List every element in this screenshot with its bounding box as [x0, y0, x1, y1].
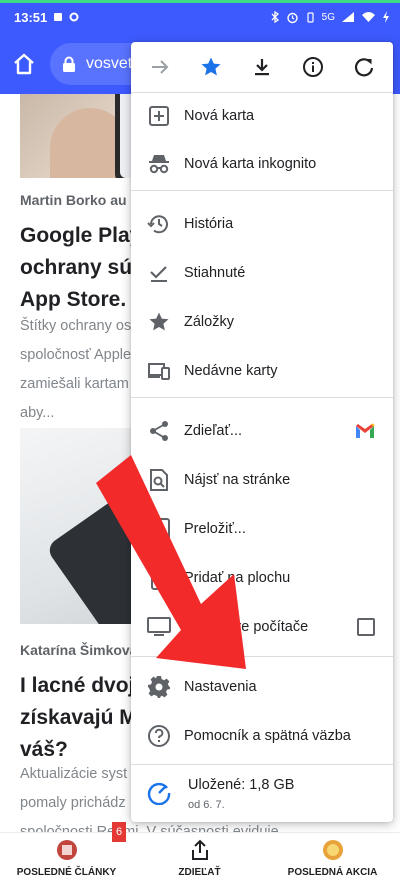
menu-item-add-to-home[interactable]: Pridať na plochu [131, 554, 393, 602]
menu-toolbar [131, 42, 393, 92]
nav-label: POSLEDNÉ ČLÁNKY [16, 867, 117, 878]
menu-item-label: Pridať na plochu [184, 570, 291, 586]
settings-notification-icon [69, 12, 79, 22]
menu-item-new-tab[interactable]: Nová karta [131, 92, 393, 140]
alarm-icon [286, 12, 298, 23]
menu-item-desktop-site[interactable]: Verzia pre počítače [131, 603, 393, 651]
browser-overflow-menu: Nová karta Nová karta inkognito História… [131, 42, 393, 822]
menu-item-label: Nová karta inkognito [184, 156, 317, 172]
data-saved-since: od 6. 7. [188, 799, 225, 811]
menu-item-label: Pomocník a spätná väzba [184, 728, 351, 744]
bookmarks-icon [147, 310, 171, 334]
menu-item-data-saver[interactable]: Uložené: 1,8 GB od 6. 7. [131, 769, 393, 817]
menu-item-label: Nastavenia [184, 679, 257, 695]
find-in-page-icon [147, 468, 171, 492]
nav-label: POSLEDNÁ AKCIA [287, 867, 378, 878]
article-author[interactable]: Martin Borko au [20, 192, 127, 208]
desktop-site-icon [147, 615, 171, 639]
reload-icon[interactable] [348, 51, 380, 83]
recent-tabs-icon [147, 359, 171, 383]
menu-item-label: Nájsť na stránke [184, 472, 291, 488]
help-icon [147, 724, 171, 748]
bottom-navigation: POSLEDNÉ ČLÁNKY ZDIEĽAŤ POSLEDNÁ AKCIA [0, 832, 400, 889]
action-badge-icon [322, 840, 343, 860]
share-icon [147, 419, 171, 443]
status-time: 13:51 [14, 9, 48, 25]
menu-item-translate[interactable]: Preložiť... [131, 505, 393, 553]
wifi-icon [362, 12, 375, 22]
article-author[interactable]: Katarína Šimková [20, 642, 138, 658]
menu-divider [131, 397, 393, 398]
incognito-icon [147, 152, 171, 176]
bookmark-star-icon[interactable] [195, 51, 227, 83]
downloads-icon [147, 261, 171, 285]
menu-divider [131, 656, 393, 657]
menu-item-settings[interactable]: Nastavenia [131, 663, 393, 711]
menu-item-label: Verzia pre počítače [184, 619, 309, 635]
status-bar: 13:51 5G [0, 0, 400, 34]
menu-item-label: Nová karta [184, 108, 255, 124]
forward-icon[interactable] [144, 51, 176, 83]
signal-icon [342, 12, 354, 22]
menu-divider [131, 764, 393, 765]
menu-item-incognito[interactable]: Nová karta inkognito [131, 140, 393, 188]
lock-icon [63, 56, 75, 72]
battery-charging-icon [383, 11, 389, 23]
share-upload-icon [191, 839, 208, 860]
desktop-site-checkbox[interactable] [357, 618, 375, 636]
menu-item-recent-tabs[interactable]: Nedávne karty [131, 347, 393, 395]
articles-icon [56, 840, 77, 860]
settings-icon [147, 675, 171, 699]
menu-item-downloads[interactable]: Stiahnuté [131, 249, 393, 297]
menu-divider [131, 190, 393, 191]
menu-item-label: Preložiť... [184, 521, 246, 537]
network-type: 5G [321, 11, 335, 23]
gmail-icon[interactable] [355, 423, 375, 439]
home-icon[interactable] [10, 50, 38, 78]
add-to-home-icon [147, 566, 171, 590]
menu-item-label: Nedávne karty [184, 363, 278, 379]
translate-icon [147, 517, 171, 541]
status-progress-line [0, 0, 400, 3]
nav-label: ZDIEĽAŤ [178, 867, 221, 878]
info-icon[interactable] [297, 51, 329, 83]
bluetooth-icon [271, 11, 279, 23]
history-icon [147, 212, 171, 236]
menu-item-help-feedback[interactable]: Pomocník a spätná väzba [131, 712, 393, 760]
notification-count-badge: 6 [112, 822, 126, 842]
menu-item-label: Záložky [184, 314, 234, 330]
data-saved-label: Uložené: 1,8 GB [188, 777, 295, 793]
menu-item-bookmarks[interactable]: Záložky [131, 298, 393, 346]
menu-item-share[interactable]: Zdieľať... [131, 407, 393, 455]
menu-item-history[interactable]: História [131, 200, 393, 248]
nav-latest-articles[interactable]: POSLEDNÉ ČLÁNKY [0, 839, 133, 878]
download-icon[interactable] [246, 51, 278, 83]
menu-item-find-in-page[interactable]: Nájsť na stránke [131, 456, 393, 504]
menu-item-label: Zdieľať... [184, 423, 243, 439]
nav-share[interactable]: ZDIEĽAŤ [133, 839, 266, 878]
menu-item-label: História [184, 216, 234, 232]
data-saver-gauge-icon [147, 781, 171, 805]
gallery-notification-icon [54, 13, 63, 21]
nav-latest-action[interactable]: POSLEDNÁ AKCIA [266, 839, 399, 878]
new-tab-icon [147, 104, 171, 128]
vibrate-icon [307, 11, 314, 23]
menu-item-label: Stiahnuté [184, 265, 246, 281]
